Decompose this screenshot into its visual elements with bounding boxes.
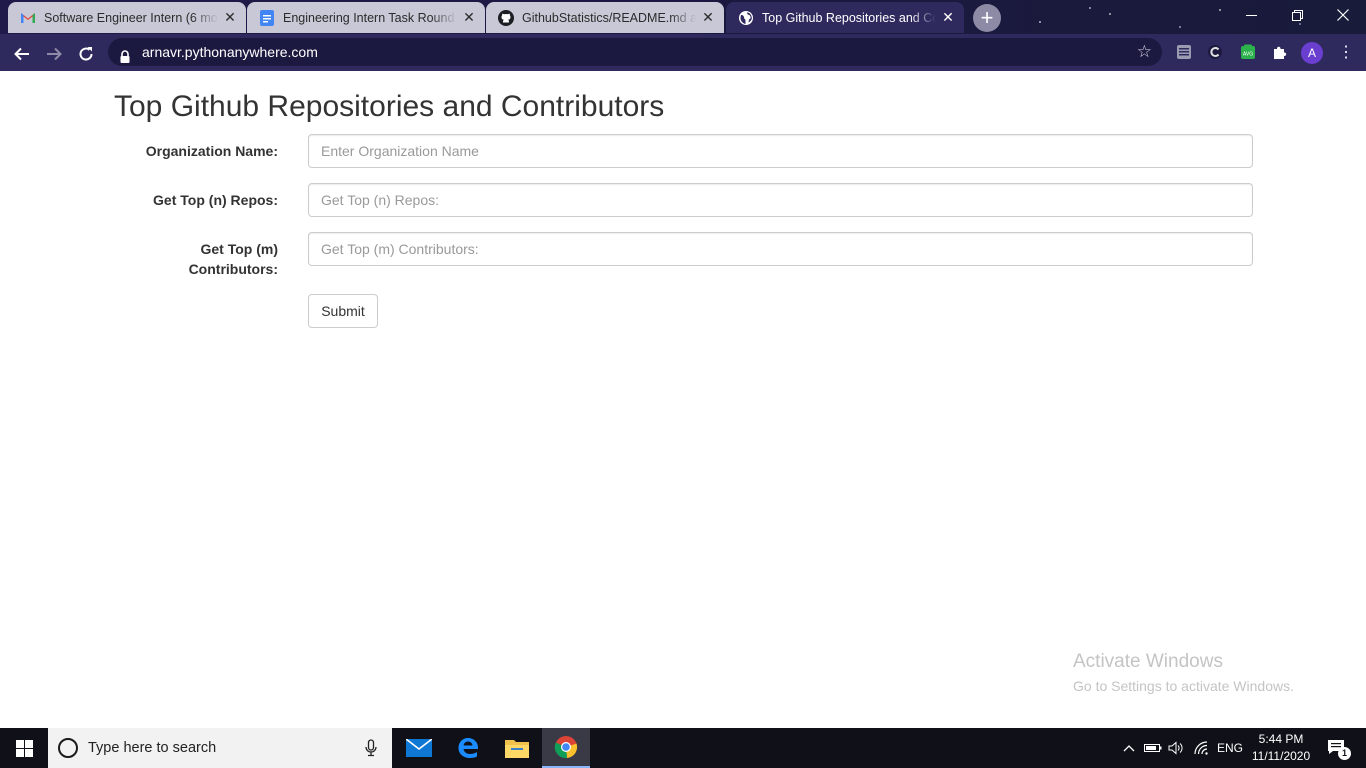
browser-tab-strip: Software Engineer Intern (6 mont ✕ Engin… [0, 0, 1366, 34]
organization-name-label: Organization Name: [145, 143, 278, 159]
notification-count-badge: 1 [1338, 747, 1351, 760]
top-contributors-label: Get Top (m) Contributors: [114, 239, 278, 279]
submit-button[interactable]: Submit [308, 294, 378, 328]
volume-icon[interactable] [1165, 728, 1187, 768]
browser-toolbar: arnavr.pythonanywhere.com ☆ AVG A ⋮ [0, 34, 1366, 71]
gmail-icon [20, 10, 36, 26]
file-explorer-icon[interactable] [493, 728, 541, 768]
taskbar-clock[interactable]: 5:44 PM 11/11/2020 [1244, 731, 1318, 765]
taskbar-search-box[interactable]: Type here to search [48, 728, 392, 768]
tab-github[interactable]: GithubStatistics/README.md at m ✕ [486, 2, 724, 33]
page-content: Top Github Repositories and Contributors… [0, 71, 1366, 728]
tab-google-docs[interactable]: Engineering Intern Task Round - ( ✕ [247, 2, 485, 33]
watermark-title: Activate Windows [1073, 651, 1223, 672]
mail-app-icon[interactable] [395, 728, 443, 768]
globe-icon [738, 10, 754, 26]
google-docs-icon [259, 9, 275, 26]
edge-browser-icon[interactable] [444, 728, 492, 768]
close-icon[interactable]: ✕ [700, 9, 716, 26]
address-bar[interactable]: arnavr.pythonanywhere.com ☆ [108, 38, 1162, 66]
close-icon[interactable]: ✕ [461, 9, 477, 26]
extension-avg-icon[interactable]: AVG [1238, 42, 1258, 62]
cortana-icon [58, 738, 78, 758]
close-icon[interactable]: ✕ [222, 9, 238, 26]
notification-icon: 1 [1327, 737, 1351, 760]
windows-logo-icon [15, 739, 33, 757]
profile-avatar[interactable]: A [1301, 42, 1323, 64]
browser-menu-icon[interactable]: ⋮ [1336, 41, 1356, 65]
chrome-taskbar-icon[interactable] [542, 728, 590, 768]
url-text: arnavr.pythonanywhere.com [142, 44, 318, 60]
restore-button[interactable] [1274, 0, 1320, 30]
action-center-button[interactable]: 1 [1318, 728, 1358, 768]
tab-title: Software Engineer Intern (6 mont [44, 10, 218, 25]
top-contributors-label-line1: Get Top (m) [200, 241, 278, 257]
windows-taskbar: Type here to search ENG 5:44 PM 11/11/20… [0, 728, 1366, 768]
organization-name-input[interactable] [308, 134, 1253, 168]
page-title: Top Github Repositories and Contributors [114, 90, 665, 123]
tab-title: Engineering Intern Task Round - ( [283, 10, 457, 25]
tab-gmail[interactable]: Software Engineer Intern (6 mont ✕ [8, 2, 246, 33]
microphone-icon[interactable] [364, 739, 378, 757]
forward-button[interactable] [42, 41, 66, 65]
close-icon[interactable]: ✕ [940, 9, 956, 26]
top-repos-input[interactable] [308, 183, 1253, 217]
extension-refresh-icon[interactable] [1205, 42, 1225, 62]
show-hidden-icons-chevron-icon[interactable] [1119, 728, 1139, 768]
tab-top-github-repositories[interactable]: Top Github Repositories and Con ✕ [726, 2, 964, 33]
new-tab-button[interactable]: + [973, 4, 1001, 32]
github-icon [498, 9, 514, 26]
bookmark-star-icon[interactable]: ☆ [1137, 38, 1152, 66]
wifi-icon[interactable] [1190, 728, 1212, 768]
reload-button[interactable] [74, 41, 98, 65]
taskbar-search-placeholder: Type here to search [88, 740, 217, 756]
top-contributors-label-line2: Contributors: [188, 261, 278, 277]
language-indicator[interactable]: ENG [1215, 728, 1245, 768]
clock-date: 11/11/2020 [1251, 749, 1311, 763]
tab-title: GithubStatistics/README.md at m [522, 10, 696, 25]
watermark-subtitle: Go to Settings to activate Windows. [1073, 678, 1294, 694]
activate-windows-watermark: Activate Windows Go to Settings to activ… [1073, 650, 1294, 698]
extensions-puzzle-icon[interactable] [1270, 42, 1290, 62]
start-button[interactable] [0, 728, 48, 768]
battery-icon[interactable] [1143, 728, 1163, 768]
extension-sheet-icon[interactable] [1174, 42, 1194, 62]
clock-time: 5:44 PM [1258, 732, 1304, 746]
minimize-button[interactable] [1228, 0, 1274, 30]
tab-title: Top Github Repositories and Con [762, 10, 936, 25]
top-repos-label: Get Top (n) Repos: [153, 192, 278, 208]
top-contributors-input[interactable] [308, 232, 1253, 266]
close-window-button[interactable] [1320, 0, 1366, 30]
svg-text:AVG: AVG [1243, 52, 1253, 58]
lock-icon [119, 45, 131, 63]
back-button[interactable] [10, 41, 34, 65]
